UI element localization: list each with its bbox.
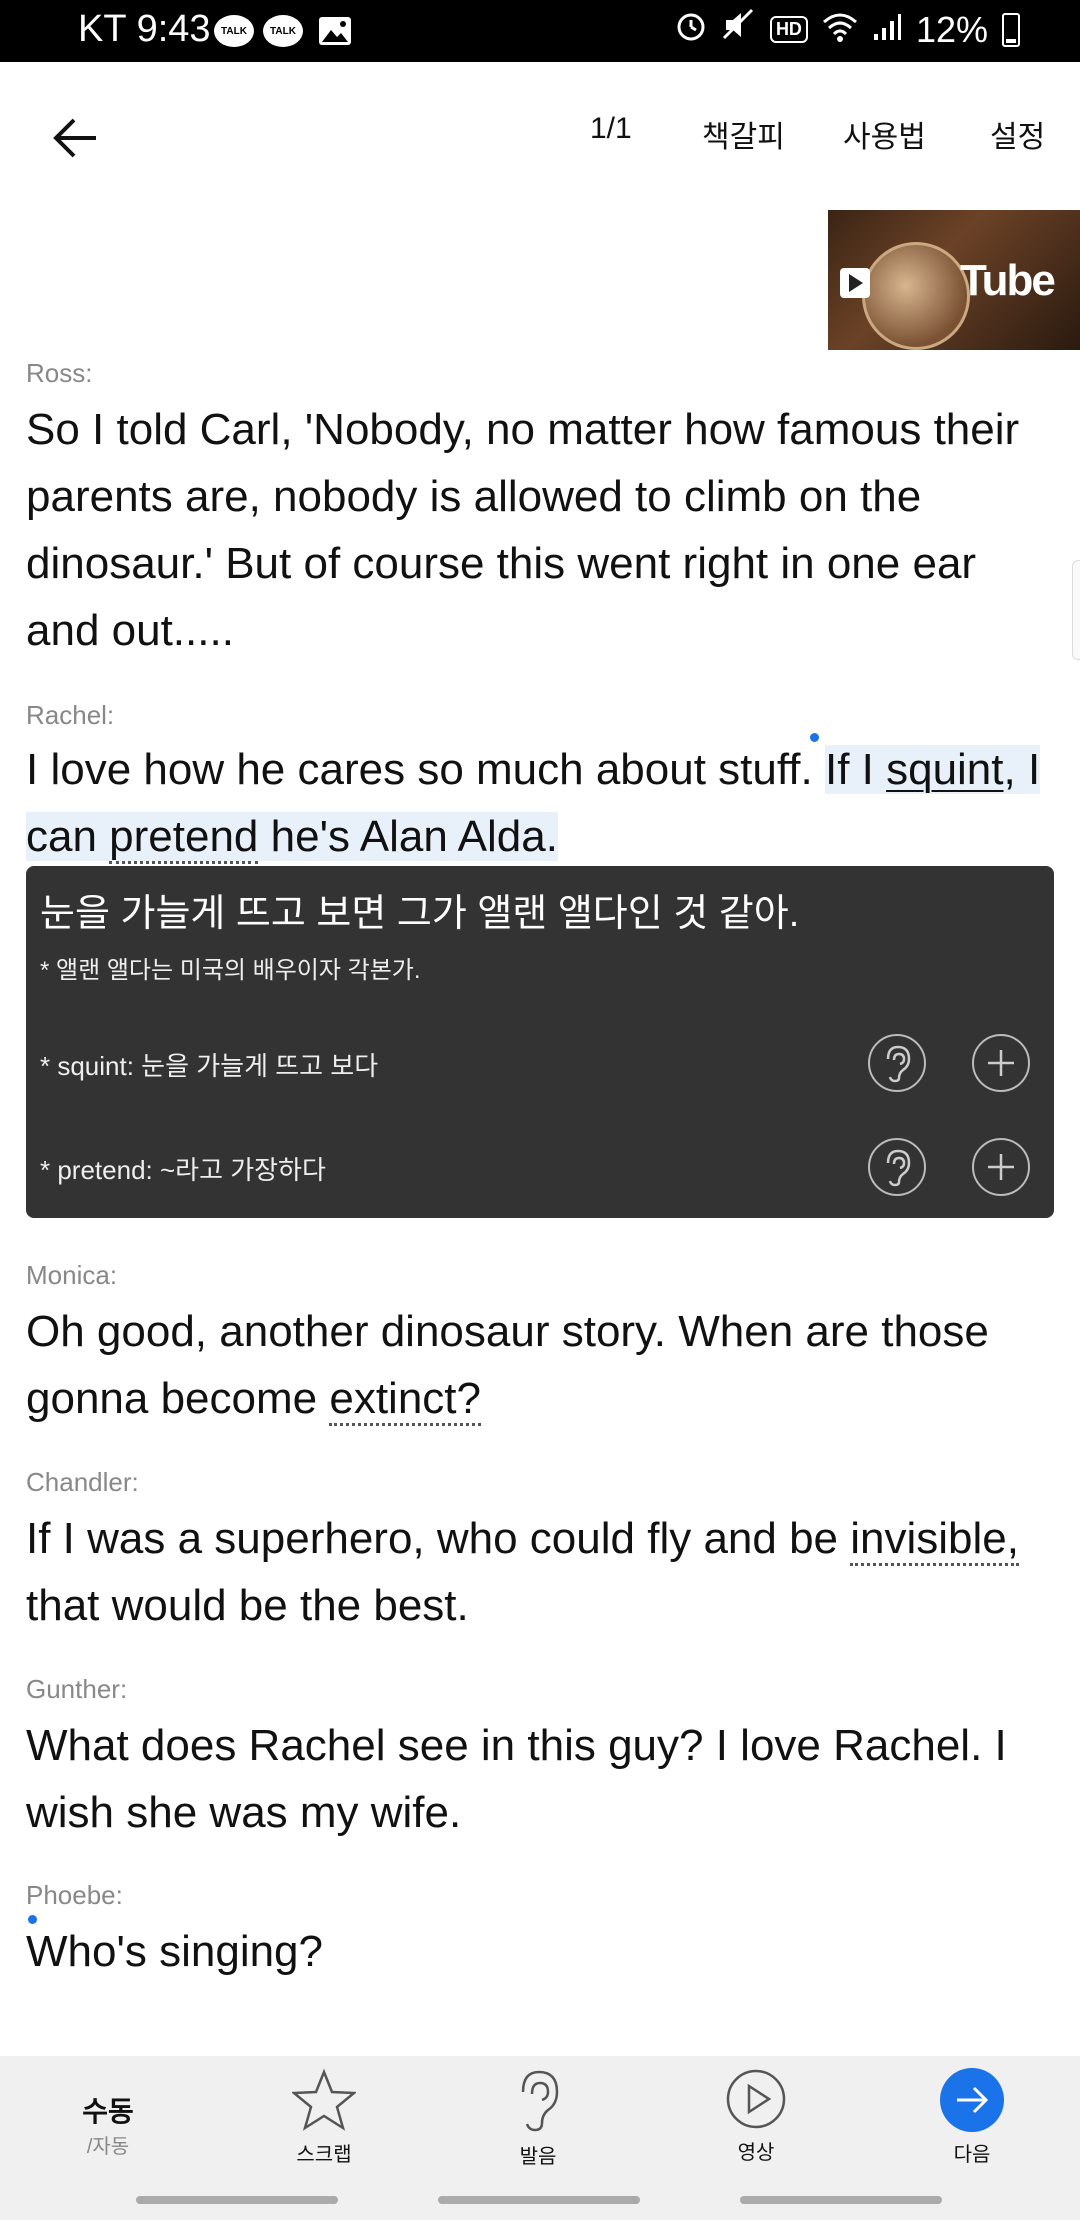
mode-main-label: 수동 — [82, 2096, 134, 2127]
mute-icon — [722, 8, 756, 51]
ear-icon — [886, 1149, 911, 1187]
add-word-button[interactable] — [972, 1138, 1030, 1196]
plus-icon — [988, 1154, 1014, 1180]
video-thumbnail[interactable]: Tube — [828, 210, 1080, 350]
page-indicator: 1/1 — [590, 112, 632, 145]
ear-icon — [521, 2070, 559, 2132]
vocab-word-squint[interactable]: squint — [886, 745, 1003, 794]
next-arrow-icon — [940, 2068, 1004, 2132]
alarm-icon — [674, 8, 708, 51]
bookmark-button[interactable]: 책갈피 — [702, 112, 785, 156]
howto-button[interactable]: 사용법 — [843, 112, 926, 156]
translation-note: * 앨랜 앨다는 미국의 배우이자 각본가. — [40, 957, 421, 984]
dialogue-line[interactable]: Who's singing? — [26, 1918, 1046, 1985]
vocab-item: * pretend: ~라고 가장하다 — [40, 1155, 326, 1185]
speaker-name: Chandler: — [26, 1467, 139, 1497]
youtube-logo-text: Tube — [960, 256, 1056, 305]
translation-popup: 눈을 가늘게 뜨고 보면 그가 앨랜 앨다인 것 같아. * 앨랜 앨다는 미국… — [26, 866, 1054, 1218]
speaker-name: Rachel: — [26, 700, 115, 730]
vocab-word-pretend[interactable]: pretend — [109, 812, 259, 864]
battery-percent: 12% — [915, 8, 988, 50]
speaker-name: Phoebe: — [26, 1880, 123, 1910]
side-drawer-handle[interactable] — [1072, 560, 1080, 660]
vocab-item: * squint: 눈을 가늘게 뜨고 보다 — [40, 1051, 379, 1081]
speaker-name: Gunther: — [26, 1674, 128, 1704]
nav-bar-segment — [438, 2196, 640, 2204]
vocab-word-invisible[interactable]: invisible, — [850, 1514, 1019, 1566]
ear-icon — [886, 1045, 911, 1083]
wifi-icon — [822, 9, 858, 51]
clock: 9:43 — [136, 8, 211, 50]
dialogue-line[interactable]: So I told Carl, 'Nobody, no matter how f… — [26, 396, 1046, 664]
signal-icon — [872, 9, 902, 51]
listen-button[interactable] — [868, 1034, 926, 1092]
scrap-button[interactable]: 스크랩 — [274, 2056, 374, 2196]
vocab-word-extinct[interactable]: extinct? — [329, 1374, 481, 1426]
settings-button[interactable]: 설정 — [990, 112, 1045, 156]
dialogue-line[interactable]: I love how he cares so much about stuff.… — [26, 736, 1046, 870]
plus-icon — [988, 1050, 1014, 1076]
dialogue-line[interactable]: Oh good, another dinosaur story. When ar… — [26, 1298, 1046, 1432]
hd-voice-icon: HD — [769, 16, 808, 43]
pronounce-button[interactable]: 발음 — [488, 2056, 588, 2196]
back-button[interactable] — [40, 108, 110, 168]
add-word-button[interactable] — [972, 1034, 1030, 1092]
cast-photo — [862, 242, 970, 350]
speaker-name: Monica: — [26, 1260, 118, 1290]
kakaotalk-icon: TALK — [214, 14, 254, 48]
play-circle-icon — [726, 2069, 786, 2129]
status-bar: KT 9:43 TALK TALK HD 12% — [0, 0, 1080, 62]
star-icon — [292, 2068, 356, 2131]
carrier-label: KT — [78, 8, 127, 50]
translation-text: 눈을 가늘게 뜨고 보면 그가 앨랜 앨다인 것 같아. — [40, 893, 800, 935]
arrow-left-icon — [53, 118, 96, 158]
mode-sub-label: /자동 — [86, 2136, 130, 2158]
next-button[interactable]: 다음 — [922, 2056, 1022, 2196]
nav-bar-segment — [740, 2196, 942, 2204]
speaker-name: Ross: — [26, 358, 93, 388]
top-bar: 1/1 책갈피 사용법 설정 — [0, 62, 1080, 212]
kakaotalk-icon: TALK — [263, 14, 303, 48]
youtube-play-icon — [840, 268, 870, 298]
video-button[interactable]: 영상 — [706, 2056, 806, 2196]
dialogue-line[interactable]: If I was a superhero, who could fly and … — [26, 1505, 1046, 1639]
status-icons: HD 12% — [674, 8, 1020, 51]
listen-button[interactable] — [868, 1138, 926, 1196]
mode-toggle-button[interactable]: 수동 /자동 — [58, 2056, 158, 2196]
battery-icon — [1002, 12, 1020, 47]
gallery-icon — [318, 14, 352, 48]
dialogue-line[interactable]: What does Rachel see in this guy? I love… — [26, 1712, 1046, 1846]
carrier-time: KT 9:43 — [78, 8, 211, 51]
nav-bar-segment — [136, 2196, 338, 2204]
